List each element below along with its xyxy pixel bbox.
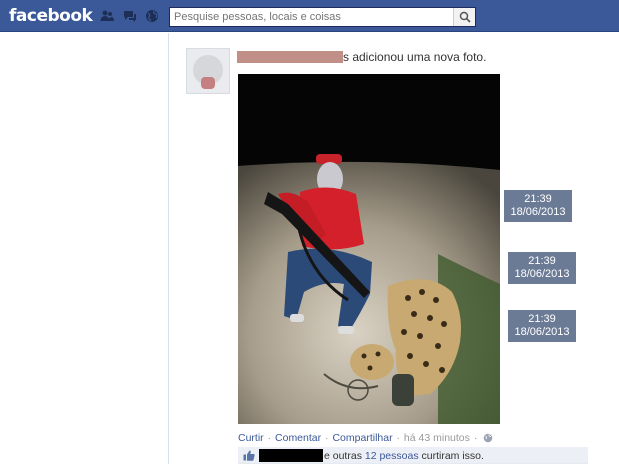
search-input[interactable] (170, 8, 450, 26)
likes-bar: e outras 12 pessoas curtiram isso. (238, 447, 588, 464)
story-action-text: s adicionou uma nova foto. (343, 50, 487, 64)
likes-prefix: e outras (324, 450, 365, 462)
friend-requests-icon[interactable] (100, 9, 114, 23)
photo-image (238, 74, 500, 424)
search-icon (459, 11, 471, 23)
comment-link[interactable]: Comentar (275, 432, 321, 444)
thumbs-up-icon (243, 450, 255, 464)
left-column (0, 33, 169, 464)
redacted-likers (259, 449, 323, 462)
separator: · (267, 432, 272, 444)
timestamp-badge: 21:39 18/06/2013 (508, 252, 576, 284)
time-ago[interactable]: há 43 minutos (404, 432, 470, 444)
search-box[interactable] (169, 7, 476, 27)
separator: · (325, 432, 329, 444)
privacy-globe-icon[interactable] (483, 433, 493, 446)
notifications-globe-icon[interactable] (145, 9, 159, 23)
story-actions: Curtir · Comentar · Compartilhar · há 43… (238, 432, 493, 446)
top-bar: facebook (0, 0, 619, 32)
like-link[interactable]: Curtir (238, 432, 264, 444)
likes-others-link[interactable]: 12 pessoas (365, 450, 419, 462)
redacted-author-name (237, 51, 343, 63)
separator: · (396, 432, 401, 444)
timestamp-badge: 21:39 18/06/2013 (508, 310, 576, 342)
share-link[interactable]: Compartilhar (332, 432, 392, 444)
posted-photo[interactable] (238, 74, 500, 424)
separator: · (473, 432, 478, 444)
search-button[interactable] (453, 8, 475, 26)
facebook-logo[interactable]: facebook (9, 6, 93, 26)
avatar[interactable] (186, 48, 230, 94)
timestamp-badge: 21:39 18/06/2013 (504, 190, 572, 222)
messages-icon[interactable] (123, 9, 137, 23)
likes-suffix: curtiram isso. (418, 450, 484, 462)
